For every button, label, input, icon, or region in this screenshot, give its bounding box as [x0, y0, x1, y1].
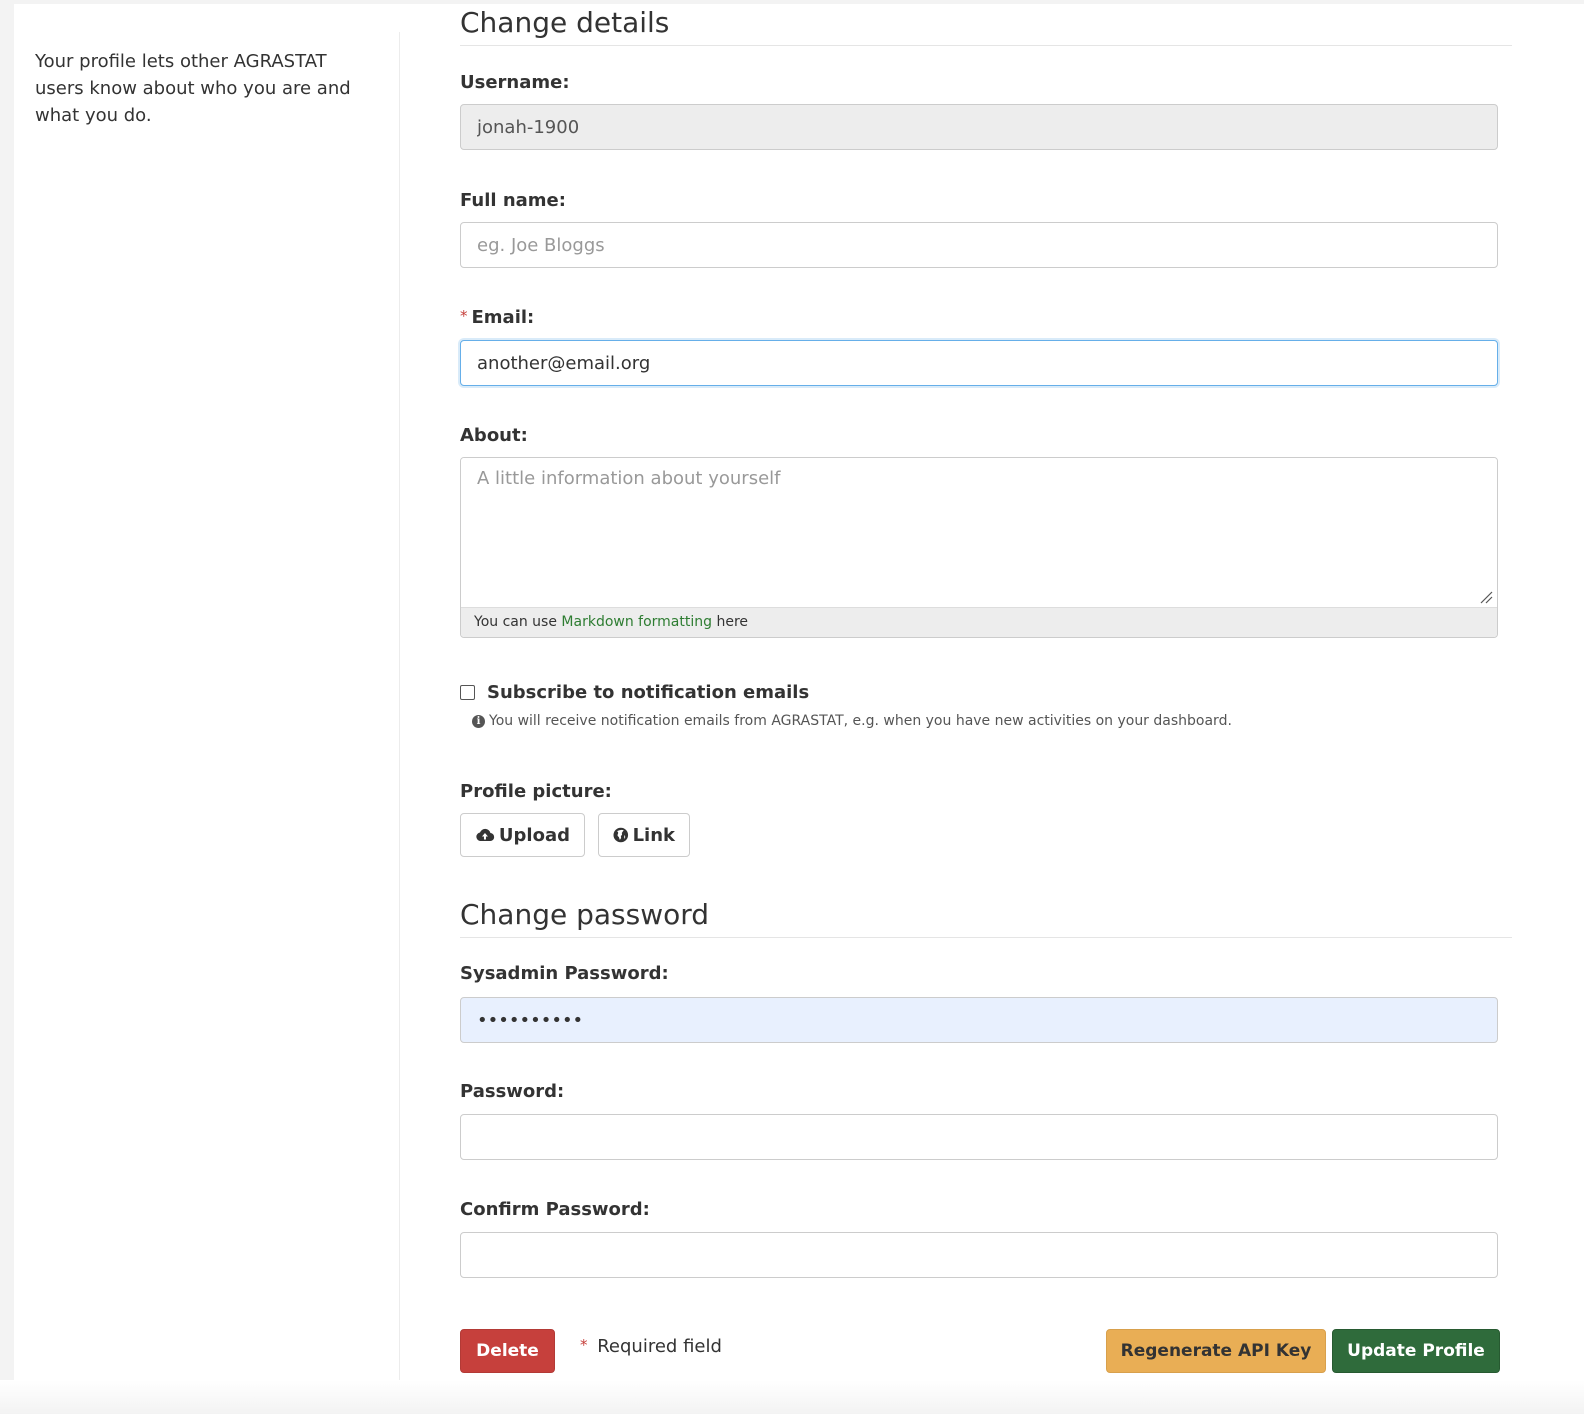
delete-button[interactable]: Delete [460, 1329, 555, 1373]
about-field: You can use Markdown formatting here [460, 457, 1498, 638]
profile-description: Your profile lets other AGRASTAT users k… [35, 51, 351, 126]
profile-picture-label: Profile picture: [460, 781, 612, 802]
username-input[interactable] [460, 104, 1498, 150]
email-label-text: Email: [471, 307, 535, 328]
password-input[interactable] [460, 1114, 1498, 1160]
sysadmin-password-label: Sysadmin Password: [460, 963, 669, 984]
resize-grip-icon[interactable] [1479, 590, 1493, 604]
change-details-heading: Change details [460, 6, 1512, 46]
upload-button[interactable]: Upload [460, 813, 585, 857]
email-input[interactable] [460, 340, 1498, 386]
subscribe-checkbox[interactable] [460, 685, 475, 700]
markdown-formatting-link[interactable]: Markdown formatting [561, 614, 712, 630]
info-icon: i [472, 714, 485, 728]
password-label: Password: [460, 1081, 565, 1102]
required-note-text: Required field [597, 1336, 722, 1357]
confirm-password-label: Confirm Password: [460, 1199, 650, 1220]
subscribe-label[interactable]: Subscribe to notification emails [487, 682, 809, 703]
page: Your profile lets other AGRASTAT users k… [14, 0, 1584, 1414]
change-password-heading: Change password [460, 898, 1512, 938]
email-label: * Email: [460, 307, 534, 328]
username-label: Username: [460, 72, 570, 93]
confirm-password-input[interactable] [460, 1232, 1498, 1278]
subscribe-help-text: You will receive notification emails fro… [489, 713, 1232, 729]
markdown-hint-prefix: You can use [474, 614, 557, 630]
regenerate-api-key-button[interactable]: Regenerate API Key [1106, 1329, 1326, 1373]
required-note-asterisk: * [580, 1336, 588, 1354]
bottom-shade [0, 1380, 1584, 1414]
link-button[interactable]: Link [598, 813, 690, 857]
fullname-label: Full name: [460, 190, 566, 211]
markdown-hint-suffix: here [716, 614, 749, 630]
globe-icon [613, 827, 629, 843]
top-edge [14, 0, 1584, 4]
link-label: Link [632, 824, 675, 846]
sidebar-topbar [14, 16, 400, 32]
update-profile-button[interactable]: Update Profile [1332, 1329, 1500, 1373]
about-textarea[interactable] [461, 458, 1497, 607]
required-asterisk: * [460, 307, 468, 325]
required-field-note: * Required field [580, 1336, 722, 1357]
fullname-input[interactable] [460, 222, 1498, 268]
cloud-upload-icon [476, 828, 495, 841]
markdown-hint: You can use Markdown formatting here [461, 607, 1497, 637]
sysadmin-password-input[interactable] [460, 997, 1498, 1043]
sidebar: Your profile lets other AGRASTAT users k… [14, 16, 400, 1414]
subscribe-help: i You will receive notification emails f… [472, 713, 1232, 729]
subscribe-row[interactable]: Subscribe to notification emails [460, 682, 809, 703]
upload-label: Upload [498, 824, 570, 846]
about-label: About: [460, 425, 528, 446]
